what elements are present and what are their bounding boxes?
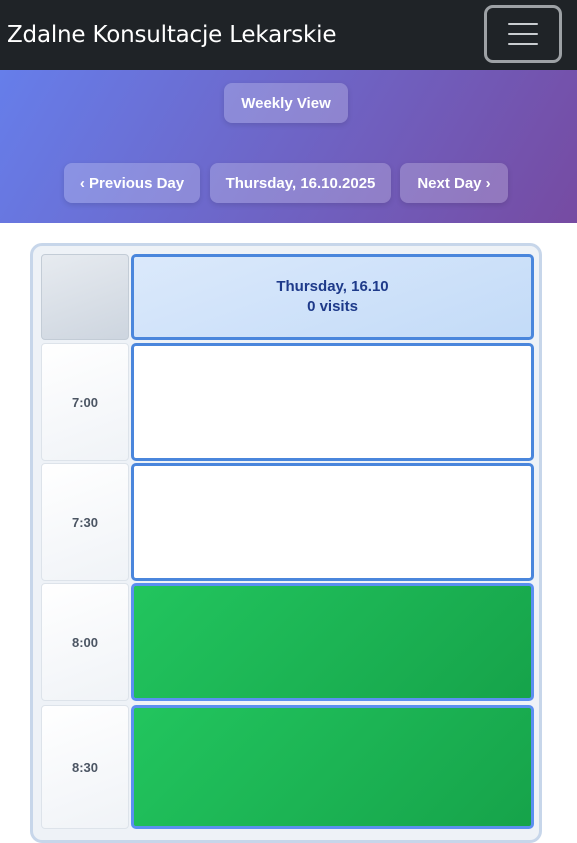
weekly-view-button[interactable]: Weekly View: [224, 83, 348, 123]
time-label: 7:30: [41, 463, 129, 581]
top-navbar: Zdalne Konsultacje Lekarskie: [0, 0, 577, 70]
time-label: 8:00: [41, 583, 129, 701]
time-slot-available[interactable]: [131, 705, 534, 829]
brand-title[interactable]: Zdalne Konsultacje Lekarskie: [7, 22, 336, 48]
time-slot-empty[interactable]: [131, 343, 534, 461]
time-slot-empty[interactable]: [131, 463, 534, 581]
day-calendar-grid: Thursday, 16.10 0 visits 7:00 7:30 8:00 …: [30, 243, 542, 843]
time-label: 8:30: [41, 705, 129, 829]
calendar-corner-cell: [41, 254, 129, 340]
next-day-button[interactable]: Next Day ›: [400, 163, 508, 203]
day-header-visit-count: 0 visits: [307, 298, 358, 315]
time-label: 7:00: [41, 343, 129, 461]
day-column-header: Thursday, 16.10 0 visits: [131, 254, 534, 340]
hamburger-icon-line: [508, 43, 538, 45]
day-navigation-panel: Weekly View ‹ Previous Day Thursday, 16.…: [0, 70, 577, 223]
current-date-button[interactable]: Thursday, 16.10.2025: [210, 163, 391, 203]
time-slot-available[interactable]: [131, 583, 534, 701]
previous-day-button[interactable]: ‹ Previous Day: [64, 163, 200, 203]
day-header-date: Thursday, 16.10: [276, 278, 389, 295]
hamburger-icon-line: [508, 33, 538, 35]
menu-toggle-button[interactable]: [484, 5, 562, 63]
hamburger-icon-line: [508, 23, 538, 25]
